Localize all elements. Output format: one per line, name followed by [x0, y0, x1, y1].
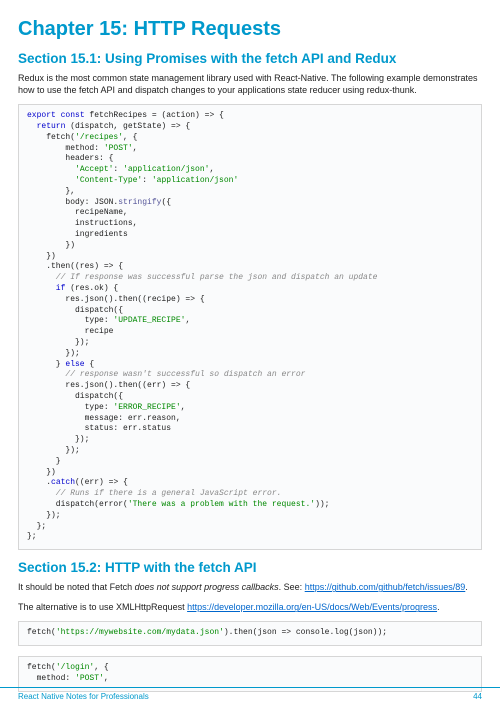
section-2-title: Section 15.2: HTTP with the fetch API: [18, 560, 482, 575]
section-1-para: Redux is the most common state managemen…: [18, 72, 482, 96]
github-issue-link[interactable]: https://github.com/github/fetch/issues/8…: [305, 582, 466, 592]
code-block-2: fetch('https://mywebsite.com/mydata.json…: [18, 621, 482, 646]
section-2-para-1: It should be noted that Fetch does not s…: [18, 581, 482, 593]
code-block-1: export const fetchRecipes = (action) => …: [18, 104, 482, 550]
chapter-title: Chapter 15: HTTP Requests: [18, 18, 482, 41]
footer-page-number: 44: [473, 692, 482, 701]
footer-book-title: React Native Notes for Professionals: [18, 692, 149, 701]
mdn-progress-link[interactable]: https://developer.mozilla.org/en-US/docs…: [187, 602, 437, 612]
section-1-title: Section 15.1: Using Promises with the fe…: [18, 51, 482, 66]
section-2-para-2: The alternative is to use XMLHttpRequest…: [18, 601, 482, 613]
page-footer: React Native Notes for Professionals 44: [0, 687, 500, 707]
